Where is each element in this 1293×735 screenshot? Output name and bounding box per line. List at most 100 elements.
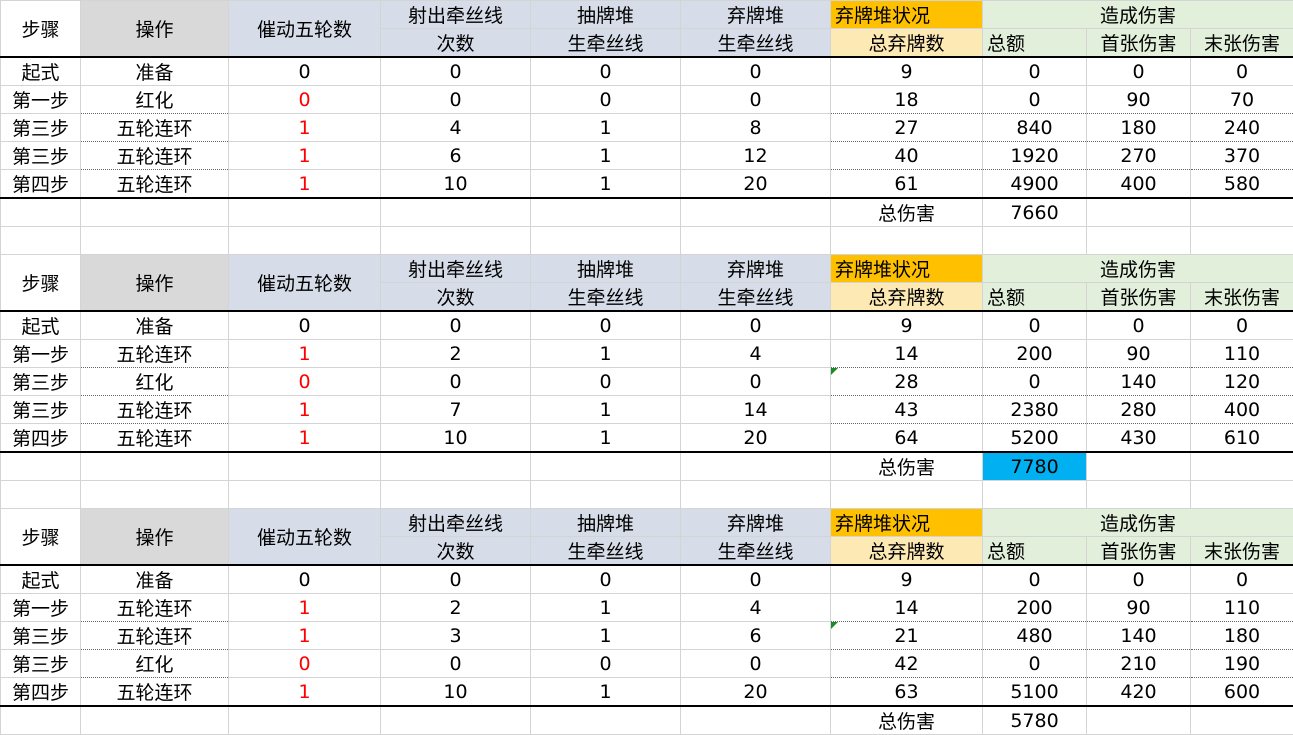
empty-cell[interactable]: [228, 451, 381, 481]
cell-col-9[interactable]: 0: [1086, 56, 1191, 86]
cell-col-8[interactable]: 5100: [982, 677, 1087, 707]
cell-col-1[interactable]: 第一步: [0, 593, 81, 622]
cell-col-7[interactable]: 42: [830, 649, 983, 678]
cell-col-7[interactable]: 21: [830, 621, 983, 650]
cell-col-6[interactable]: 0: [680, 310, 831, 340]
empty-cell[interactable]: [0, 226, 81, 255]
cell-col-9[interactable]: 270: [1086, 141, 1191, 170]
empty-cell[interactable]: [830, 226, 983, 255]
cell-col-10[interactable]: 110: [1190, 593, 1293, 622]
cell-col-6[interactable]: 4: [680, 339, 831, 368]
empty-cell[interactable]: [228, 705, 381, 735]
cell-col-4[interactable]: 2: [380, 593, 531, 622]
cell-col-2[interactable]: 五轮连环: [80, 113, 229, 142]
cell-col-9[interactable]: 90: [1086, 593, 1191, 622]
cell-col-4[interactable]: 0: [380, 367, 531, 396]
cell-col-1[interactable]: 第三步: [0, 395, 81, 424]
empty-cell[interactable]: [680, 480, 831, 509]
total-damage-value[interactable]: 7780: [982, 451, 1087, 481]
cell-col-2[interactable]: 五轮连环: [80, 339, 229, 368]
empty-cell[interactable]: [982, 480, 1087, 509]
cell-col-5[interactable]: 1: [530, 593, 681, 622]
empty-cell[interactable]: [680, 451, 831, 481]
cell-col-2[interactable]: 五轮连环: [80, 141, 229, 170]
cell-col-10[interactable]: 0: [1190, 310, 1293, 340]
cell-col-10[interactable]: 0: [1190, 564, 1293, 594]
cell-col-9[interactable]: 210: [1086, 649, 1191, 678]
cell-col-9[interactable]: 140: [1086, 367, 1191, 396]
cell-col-4[interactable]: 7: [380, 395, 531, 424]
empty-cell[interactable]: [228, 197, 381, 227]
cell-col-7[interactable]: 14: [830, 593, 983, 622]
cell-col-1[interactable]: 第四步: [0, 169, 81, 199]
cell-col-7[interactable]: 63: [830, 677, 983, 707]
cell-col-1[interactable]: 第四步: [0, 677, 81, 707]
empty-cell[interactable]: [1086, 197, 1191, 227]
cell-col-6[interactable]: 4: [680, 593, 831, 622]
empty-cell[interactable]: [228, 226, 381, 255]
cell-col-7[interactable]: 64: [830, 423, 983, 453]
cell-col-5[interactable]: 0: [530, 564, 681, 594]
total-damage-value[interactable]: 5780: [982, 705, 1087, 735]
cell-col-3[interactable]: 0: [228, 649, 381, 678]
cell-col-6[interactable]: 0: [680, 564, 831, 594]
cell-col-7[interactable]: 40: [830, 141, 983, 170]
cell-col-6[interactable]: 20: [680, 677, 831, 707]
total-damage-value[interactable]: 7660: [982, 197, 1087, 227]
cell-col-3[interactable]: 1: [228, 621, 381, 650]
empty-cell[interactable]: [982, 226, 1087, 255]
empty-cell[interactable]: [530, 226, 681, 255]
cell-col-10[interactable]: 120: [1190, 367, 1293, 396]
cell-col-5[interactable]: 0: [530, 367, 681, 396]
cell-col-10[interactable]: 110: [1190, 339, 1293, 368]
cell-col-5[interactable]: 1: [530, 395, 681, 424]
cell-col-4[interactable]: 10: [380, 677, 531, 707]
cell-col-1[interactable]: 起式: [0, 564, 81, 594]
empty-cell[interactable]: [380, 705, 531, 735]
cell-col-8[interactable]: 480: [982, 621, 1087, 650]
cell-col-1[interactable]: 第三步: [0, 621, 81, 650]
cell-col-9[interactable]: 0: [1086, 310, 1191, 340]
cell-col-2[interactable]: 准备: [80, 564, 229, 594]
cell-col-6[interactable]: 20: [680, 423, 831, 453]
empty-cell[interactable]: [1086, 226, 1191, 255]
empty-cell[interactable]: [530, 451, 681, 481]
cell-col-1[interactable]: 第三步: [0, 649, 81, 678]
cell-col-10[interactable]: 370: [1190, 141, 1293, 170]
cell-col-1[interactable]: 第三步: [0, 367, 81, 396]
cell-col-7[interactable]: 27: [830, 113, 983, 142]
cell-col-6[interactable]: 14: [680, 395, 831, 424]
cell-col-10[interactable]: 610: [1190, 423, 1293, 453]
cell-col-8[interactable]: 4900: [982, 169, 1087, 199]
empty-cell[interactable]: [1190, 197, 1293, 227]
cell-col-2[interactable]: 红化: [80, 649, 229, 678]
cell-col-7[interactable]: 9: [830, 56, 983, 86]
cell-col-1[interactable]: 第三步: [0, 113, 81, 142]
empty-cell[interactable]: [1190, 226, 1293, 255]
cell-col-4[interactable]: 10: [380, 169, 531, 199]
cell-col-8[interactable]: 5200: [982, 423, 1087, 453]
empty-cell[interactable]: [228, 480, 381, 509]
cell-col-5[interactable]: 1: [530, 339, 681, 368]
cell-col-3[interactable]: 1: [228, 423, 381, 453]
cell-col-4[interactable]: 2: [380, 339, 531, 368]
cell-col-9[interactable]: 420: [1086, 677, 1191, 707]
cell-col-5[interactable]: 1: [530, 677, 681, 707]
cell-col-6[interactable]: 20: [680, 169, 831, 199]
cell-col-1[interactable]: 第三步: [0, 141, 81, 170]
cell-col-4[interactable]: 4: [380, 113, 531, 142]
cell-col-3[interactable]: 0: [228, 56, 381, 86]
cell-col-5[interactable]: 1: [530, 621, 681, 650]
cell-col-6[interactable]: 12: [680, 141, 831, 170]
cell-col-4[interactable]: 3: [380, 621, 531, 650]
cell-col-6[interactable]: 0: [680, 649, 831, 678]
empty-cell[interactable]: [530, 705, 681, 735]
cell-col-10[interactable]: 180: [1190, 621, 1293, 650]
cell-col-1[interactable]: 起式: [0, 310, 81, 340]
cell-col-7[interactable]: 28: [830, 367, 983, 396]
cell-col-2[interactable]: 五轮连环: [80, 169, 229, 199]
cell-col-8[interactable]: 200: [982, 593, 1087, 622]
cell-col-9[interactable]: 400: [1086, 169, 1191, 199]
empty-cell[interactable]: [1086, 451, 1191, 481]
cell-col-3[interactable]: 0: [228, 85, 381, 114]
